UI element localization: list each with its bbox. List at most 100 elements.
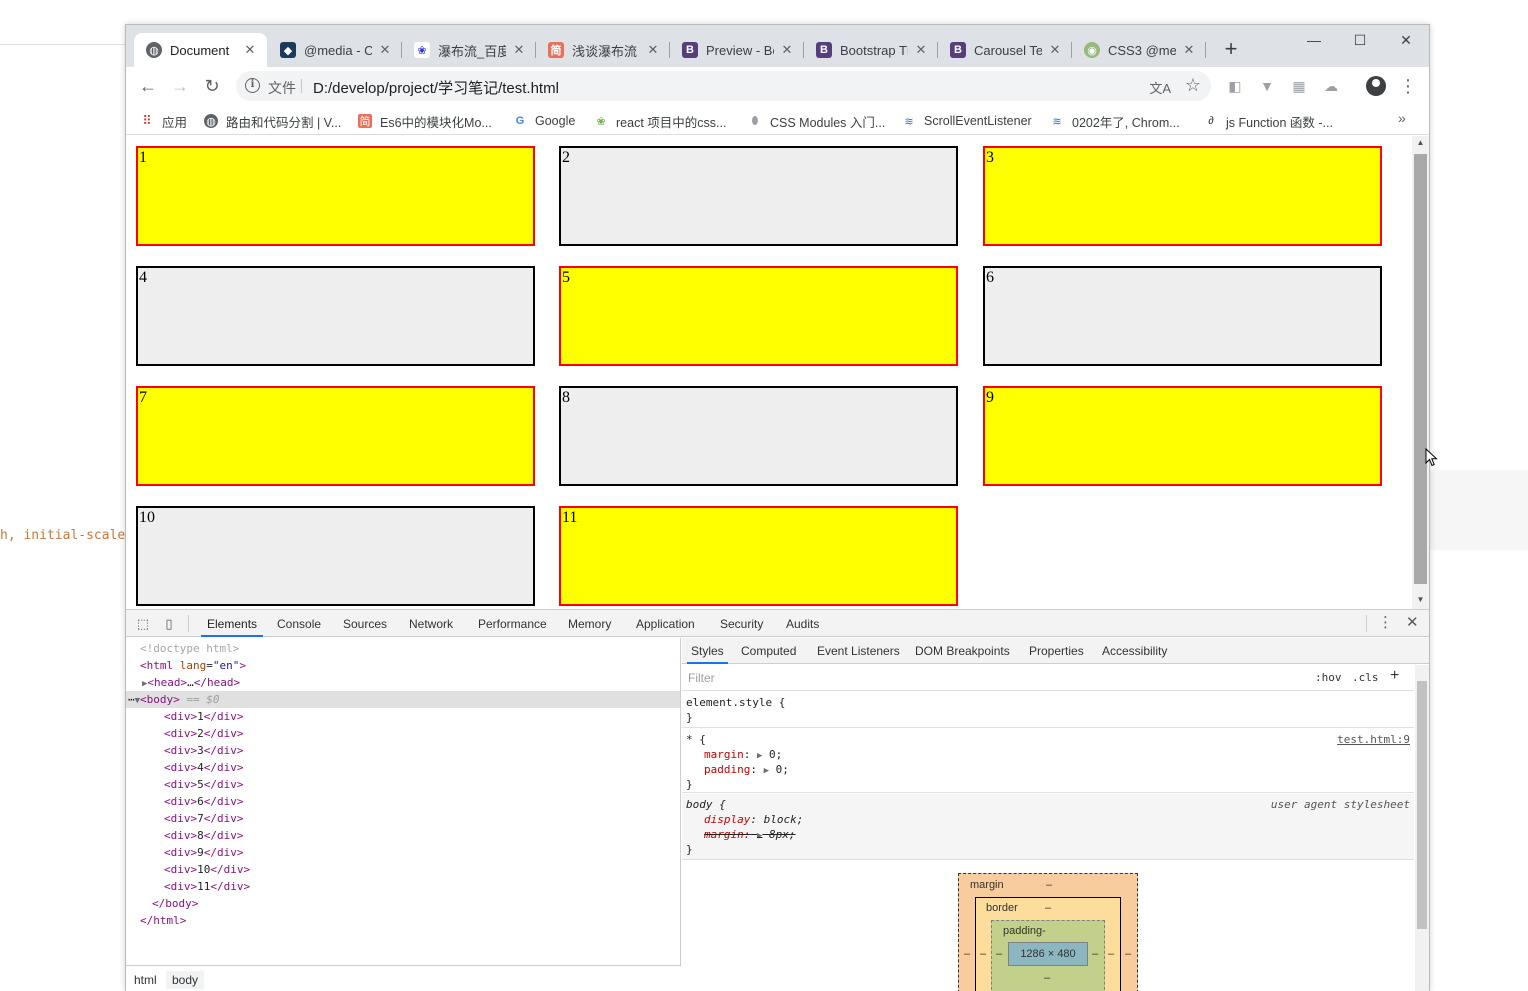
devtools-menu-icon[interactable]: ⋮ bbox=[1378, 613, 1393, 631]
window-close-icon[interactable]: ✕ bbox=[1383, 27, 1429, 55]
scroll-down-arrow-icon[interactable]: ▼ bbox=[1412, 595, 1429, 607]
vue-devtools-icon[interactable]: ▼ bbox=[1258, 77, 1276, 95]
dom-div[interactable]: <div>6</div> bbox=[126, 793, 680, 810]
devtools-tab-sources[interactable]: Sources bbox=[337, 610, 393, 637]
new-tab-plus-icon[interactable]: + bbox=[1218, 37, 1244, 63]
close-icon[interactable]: ✕ bbox=[243, 43, 257, 57]
styles-tab-accessibility[interactable]: Accessibility bbox=[1098, 638, 1171, 664]
dom-div[interactable]: <div>4</div> bbox=[126, 759, 680, 776]
hover-state-toggle[interactable]: :hov bbox=[1315, 671, 1342, 684]
box-model-padding[interactable]: padding- – – – 1286 × 480 bbox=[991, 920, 1105, 991]
reload-icon[interactable]: ↻ bbox=[198, 72, 226, 100]
bookmark-scroll-listener[interactable]: ≋ ScrollEventListener bbox=[902, 111, 1031, 131]
close-icon[interactable]: ✕ bbox=[780, 43, 794, 57]
bookmarks-overflow-icon[interactable]: » bbox=[1398, 110, 1406, 126]
dom-div[interactable]: <div>9</div> bbox=[126, 844, 680, 861]
forward-arrow-icon[interactable]: → bbox=[166, 72, 194, 100]
styles-filter-input[interactable]: Filter bbox=[688, 671, 715, 685]
maximize-icon[interactable]: ☐ bbox=[1337, 27, 1383, 55]
profile-avatar-icon[interactable] bbox=[1366, 76, 1386, 96]
page-scrollbar[interactable]: ▲ ▼ bbox=[1412, 136, 1429, 609]
rule-declaration-overridden[interactable]: margin: ▶ 8px; bbox=[704, 827, 796, 842]
tab-jianshu[interactable]: 简 浅谈瀑布流 ✕ bbox=[536, 33, 670, 67]
device-toolbar-icon[interactable]: ▯ bbox=[160, 615, 178, 633]
extension-cloud-icon[interactable]: ☁ bbox=[1322, 77, 1340, 95]
inspect-element-icon[interactable]: ⬚ bbox=[134, 615, 152, 633]
tab-css3-media[interactable]: ◉ CSS3 @med ✕ bbox=[1072, 33, 1206, 67]
rule-declaration[interactable]: margin: ▶ 0; bbox=[704, 747, 782, 762]
tab-document[interactable]: ◍ Document ✕ bbox=[134, 33, 267, 67]
rule-selector[interactable]: body { bbox=[686, 797, 726, 812]
devtools-tab-audits[interactable]: Audits bbox=[780, 610, 825, 637]
devtools-tab-console[interactable]: Console bbox=[271, 610, 327, 637]
rule-selector[interactable]: * { bbox=[686, 732, 706, 747]
address-bar[interactable]: i 文件 D:/develop/project/学习笔记/test.html 文… bbox=[236, 71, 1211, 101]
dom-head[interactable]: ▶<head>…</head> bbox=[126, 674, 680, 691]
bookmark-css-modules[interactable]: ⬮ CSS Modules 入门... bbox=[748, 111, 886, 131]
dom-div[interactable]: <div>8</div> bbox=[126, 827, 680, 844]
devtools-tab-network[interactable]: Network bbox=[403, 610, 459, 637]
rule-declaration[interactable]: padding: ▶ 0; bbox=[704, 762, 789, 777]
rule-source-link[interactable]: test.html:9 bbox=[1337, 732, 1410, 747]
rule-selector[interactable]: element.style { bbox=[686, 695, 785, 710]
bookmark-star-icon[interactable]: ☆ bbox=[1185, 75, 1201, 96]
bookmark-google[interactable]: G Google bbox=[513, 111, 576, 131]
tab-media-mdn[interactable]: ◆ @media - C ✕ bbox=[268, 33, 402, 67]
styles-tab-computed[interactable]: Computed bbox=[737, 638, 800, 664]
minimize-icon[interactable]: — bbox=[1291, 27, 1337, 55]
close-icon[interactable]: ✕ bbox=[646, 43, 660, 57]
devtools-tab-security[interactable]: Security bbox=[714, 610, 769, 637]
dom-div[interactable]: <div>10</div> bbox=[126, 861, 680, 878]
close-icon[interactable]: ✕ bbox=[1048, 43, 1062, 57]
dom-body-selected[interactable]: ⋯▼<body> == $0 bbox=[126, 691, 680, 708]
extension-grid-icon[interactable]: ▦ bbox=[1290, 77, 1308, 95]
close-icon[interactable]: ✕ bbox=[378, 43, 392, 57]
dom-doctype[interactable]: <!doctype html> bbox=[126, 640, 680, 657]
dom-div[interactable]: <div>2</div> bbox=[126, 725, 680, 742]
new-rule-plus-icon[interactable]: + bbox=[1390, 667, 1399, 685]
translate-icon[interactable]: 文A bbox=[1149, 78, 1171, 97]
devtools-tab-elements[interactable]: Elements bbox=[201, 610, 264, 637]
devtools-tab-performance[interactable]: Performance bbox=[472, 610, 553, 637]
breadcrumb-html[interactable]: html bbox=[128, 971, 163, 989]
dom-html-close[interactable]: </html> bbox=[126, 912, 680, 929]
tab-baidu[interactable]: ❀ 瀑布流_百度 ✕ bbox=[402, 33, 536, 67]
dom-div[interactable]: <div>11</div> bbox=[126, 878, 680, 895]
devtools-tab-application[interactable]: Application bbox=[630, 610, 701, 637]
url-text[interactable]: D:/develop/project/学习笔记/test.html bbox=[313, 77, 559, 98]
close-icon[interactable]: ✕ bbox=[914, 43, 928, 57]
dom-html-open[interactable]: <html lang="en"> bbox=[126, 657, 680, 674]
class-toggle[interactable]: .cls bbox=[1352, 671, 1379, 684]
styles-tab-event-listeners[interactable]: Event Listeners bbox=[813, 638, 904, 664]
tab-carousel[interactable]: B Carousel Te ✕ bbox=[938, 33, 1072, 67]
bookmark-react-css[interactable]: ❀ react 项目中的css... bbox=[594, 111, 726, 131]
info-icon[interactable]: i bbox=[245, 78, 260, 93]
styles-tab-properties[interactable]: Properties bbox=[1025, 638, 1088, 664]
bookmark-js-function[interactable]: ∂ js Function 函数 -... bbox=[1204, 111, 1333, 131]
dom-div[interactable]: <div>1</div> bbox=[126, 708, 680, 725]
box-model-margin[interactable]: margin – – – border – – – padding- – – – bbox=[958, 873, 1138, 991]
dom-div[interactable]: <div>5</div> bbox=[126, 776, 680, 793]
browser-menu-icon[interactable]: ⋮ bbox=[1398, 72, 1418, 100]
bookmark-vue-router[interactable]: ◍ 路由和代码分割 | V... bbox=[204, 111, 341, 131]
devtools-close-icon[interactable]: ✕ bbox=[1406, 613, 1419, 631]
bookmark-chrome-2020[interactable]: ≋ 0202年了, Chrom... bbox=[1050, 111, 1179, 131]
tab-bootstrap-themes[interactable]: B Bootstrap Th ✕ bbox=[804, 33, 938, 67]
breadcrumb-body[interactable]: body bbox=[166, 971, 205, 989]
tab-preview-bootstrap[interactable]: B Preview - Bo ✕ bbox=[670, 33, 804, 67]
dom-div[interactable]: <div>3</div> bbox=[126, 742, 680, 759]
styles-tab-styles[interactable]: Styles bbox=[687, 638, 728, 664]
rule-declaration[interactable]: display: block; bbox=[704, 812, 803, 827]
box-model-content-size[interactable]: 1286 × 480 bbox=[1008, 942, 1088, 966]
bookmark-apps[interactable]: ⠿ 应用 bbox=[140, 111, 187, 131]
styles-tab-dom-breakpoints[interactable]: DOM Breakpoints bbox=[911, 638, 1014, 664]
close-icon[interactable]: ✕ bbox=[512, 43, 526, 57]
styles-scrollbar[interactable] bbox=[1415, 665, 1429, 991]
page-scrollbar-thumb[interactable] bbox=[1414, 154, 1427, 584]
back-arrow-icon[interactable]: ← bbox=[134, 72, 162, 100]
dom-div[interactable]: <div>7</div> bbox=[126, 810, 680, 827]
bookmark-es6-modules[interactable]: 简 Es6中的模块化Mo... bbox=[358, 111, 492, 131]
styles-scrollbar-thumb[interactable] bbox=[1417, 681, 1427, 929]
devtools-tab-memory[interactable]: Memory bbox=[562, 610, 617, 637]
box-model-border[interactable]: border – – – padding- – – – 1286 × 480 bbox=[975, 897, 1121, 991]
